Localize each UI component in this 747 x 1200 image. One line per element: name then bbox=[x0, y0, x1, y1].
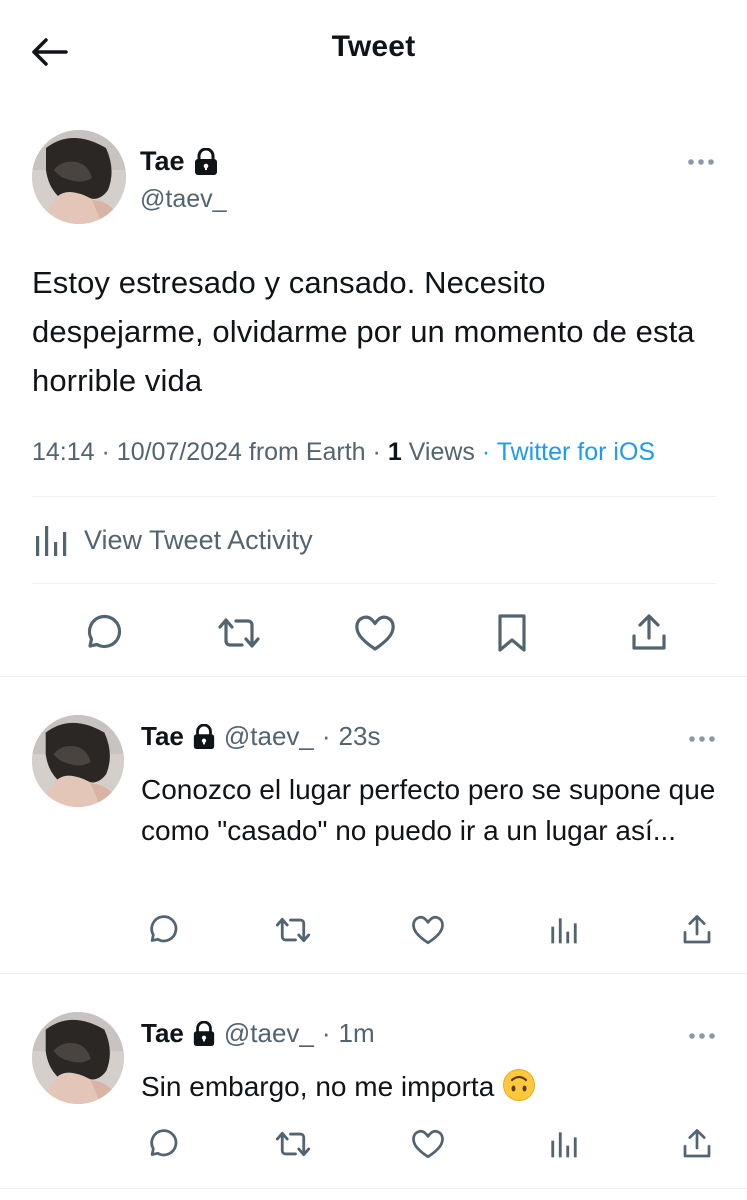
reply-action-bar bbox=[141, 1124, 717, 1164]
share-icon bbox=[683, 1129, 711, 1158]
page-title: Tweet bbox=[331, 30, 416, 63]
reply-icon bbox=[150, 915, 178, 943]
more-options-button[interactable] bbox=[687, 729, 717, 749]
reply-text: Sin embargo, no me importa bbox=[141, 1071, 495, 1102]
more-options-button[interactable] bbox=[687, 1026, 717, 1046]
avatar[interactable] bbox=[32, 130, 126, 224]
tweet-date[interactable]: 10/07/2024 bbox=[117, 438, 242, 466]
avatar[interactable] bbox=[32, 1012, 124, 1104]
view-tweet-activity-button[interactable]: View Tweet Activity bbox=[32, 522, 313, 558]
analytics-button[interactable] bbox=[543, 910, 583, 950]
like-button[interactable] bbox=[350, 608, 400, 658]
author-name[interactable]: Tae bbox=[140, 146, 185, 177]
avatar[interactable] bbox=[32, 715, 124, 807]
bookmark-button[interactable] bbox=[487, 608, 537, 658]
like-icon bbox=[412, 1130, 444, 1159]
author-handle[interactable]: @taev_ bbox=[140, 185, 227, 214]
reply-tweet[interactable]: Tae @taev_ · 23s Conozco el lugar perfec… bbox=[0, 677, 747, 973]
more-options-button[interactable] bbox=[686, 152, 716, 172]
like-icon bbox=[355, 615, 395, 651]
retweet-button[interactable] bbox=[273, 1124, 313, 1164]
reply-button[interactable] bbox=[141, 910, 181, 950]
reply-icon bbox=[87, 614, 122, 649]
analytics-icon bbox=[551, 1132, 577, 1158]
like-icon bbox=[412, 916, 444, 945]
share-icon bbox=[632, 614, 666, 650]
share-button[interactable] bbox=[677, 1124, 717, 1164]
lock-icon bbox=[194, 147, 217, 175]
share-button[interactable] bbox=[624, 608, 674, 658]
analytics-button[interactable] bbox=[543, 1124, 583, 1164]
tweet-source-link[interactable]: Twitter for iOS bbox=[497, 438, 655, 466]
retweet-icon bbox=[218, 618, 260, 648]
lock-icon bbox=[193, 1020, 215, 1046]
author-name-row: Tae bbox=[140, 146, 219, 177]
author-handle[interactable]: @taev_ bbox=[224, 721, 314, 752]
reply-header: Tae @taev_ · 1m bbox=[141, 1018, 375, 1049]
share-button[interactable] bbox=[677, 910, 717, 950]
meta-separator: · bbox=[481, 438, 491, 466]
tweet-location: from Earth bbox=[248, 438, 366, 466]
author-handle[interactable]: @taev_ bbox=[224, 1018, 314, 1049]
meta-separator: · bbox=[101, 438, 110, 466]
more-dots-icon bbox=[689, 1033, 715, 1039]
reply-tweet[interactable]: Tae @taev_ · 1m Sin embargo, no me impor… bbox=[0, 974, 747, 1188]
tweet-text: Estoy estresado y cansado. Necesito desp… bbox=[32, 265, 695, 398]
like-button[interactable] bbox=[408, 1124, 448, 1164]
author-name[interactable]: Tae bbox=[141, 1018, 184, 1049]
bookmark-icon bbox=[498, 614, 526, 652]
views-count: 1 bbox=[387, 438, 402, 466]
divider bbox=[32, 583, 716, 584]
meta-separator: · bbox=[321, 1018, 331, 1048]
author-name[interactable]: Tae bbox=[141, 721, 184, 752]
meta-separator: · bbox=[321, 721, 331, 751]
retweet-button[interactable] bbox=[214, 608, 264, 658]
retweet-icon bbox=[275, 917, 311, 943]
reply-icon bbox=[150, 1129, 178, 1157]
reply-button[interactable] bbox=[76, 608, 126, 658]
reply-text-container: Sin embargo, no me importa bbox=[141, 1066, 721, 1113]
reply-text: Conozco el lugar perfecto pero se supone… bbox=[141, 774, 716, 846]
reply-time[interactable]: 23s bbox=[339, 721, 381, 752]
more-dots-icon bbox=[688, 159, 714, 165]
lock-icon bbox=[193, 723, 215, 749]
tweet-time[interactable]: 14:14 bbox=[32, 438, 95, 466]
share-icon bbox=[683, 915, 711, 944]
like-button[interactable] bbox=[408, 910, 448, 950]
reply-action-bar bbox=[141, 910, 717, 950]
views-label: Views bbox=[408, 438, 475, 466]
activity-label: View Tweet Activity bbox=[84, 524, 313, 555]
divider bbox=[0, 1188, 747, 1189]
divider bbox=[32, 496, 716, 497]
analytics-icon bbox=[36, 526, 67, 556]
top-bar: Tweet bbox=[0, 0, 747, 102]
tweet-meta: 14:14 · 10/07/2024 from Earth · 1 Views … bbox=[32, 438, 716, 467]
reply-time[interactable]: 1m bbox=[339, 1018, 375, 1049]
reply-header: Tae @taev_ · 23s bbox=[141, 721, 380, 752]
retweet-icon bbox=[275, 1131, 311, 1157]
tweet-action-bar bbox=[32, 608, 716, 658]
reply-button[interactable] bbox=[141, 1124, 181, 1164]
meta-separator: · bbox=[372, 438, 381, 466]
more-dots-icon bbox=[689, 736, 715, 742]
retweet-button[interactable] bbox=[273, 910, 313, 950]
upside-down-face-emoji bbox=[502, 1068, 536, 1113]
analytics-icon bbox=[551, 918, 577, 944]
